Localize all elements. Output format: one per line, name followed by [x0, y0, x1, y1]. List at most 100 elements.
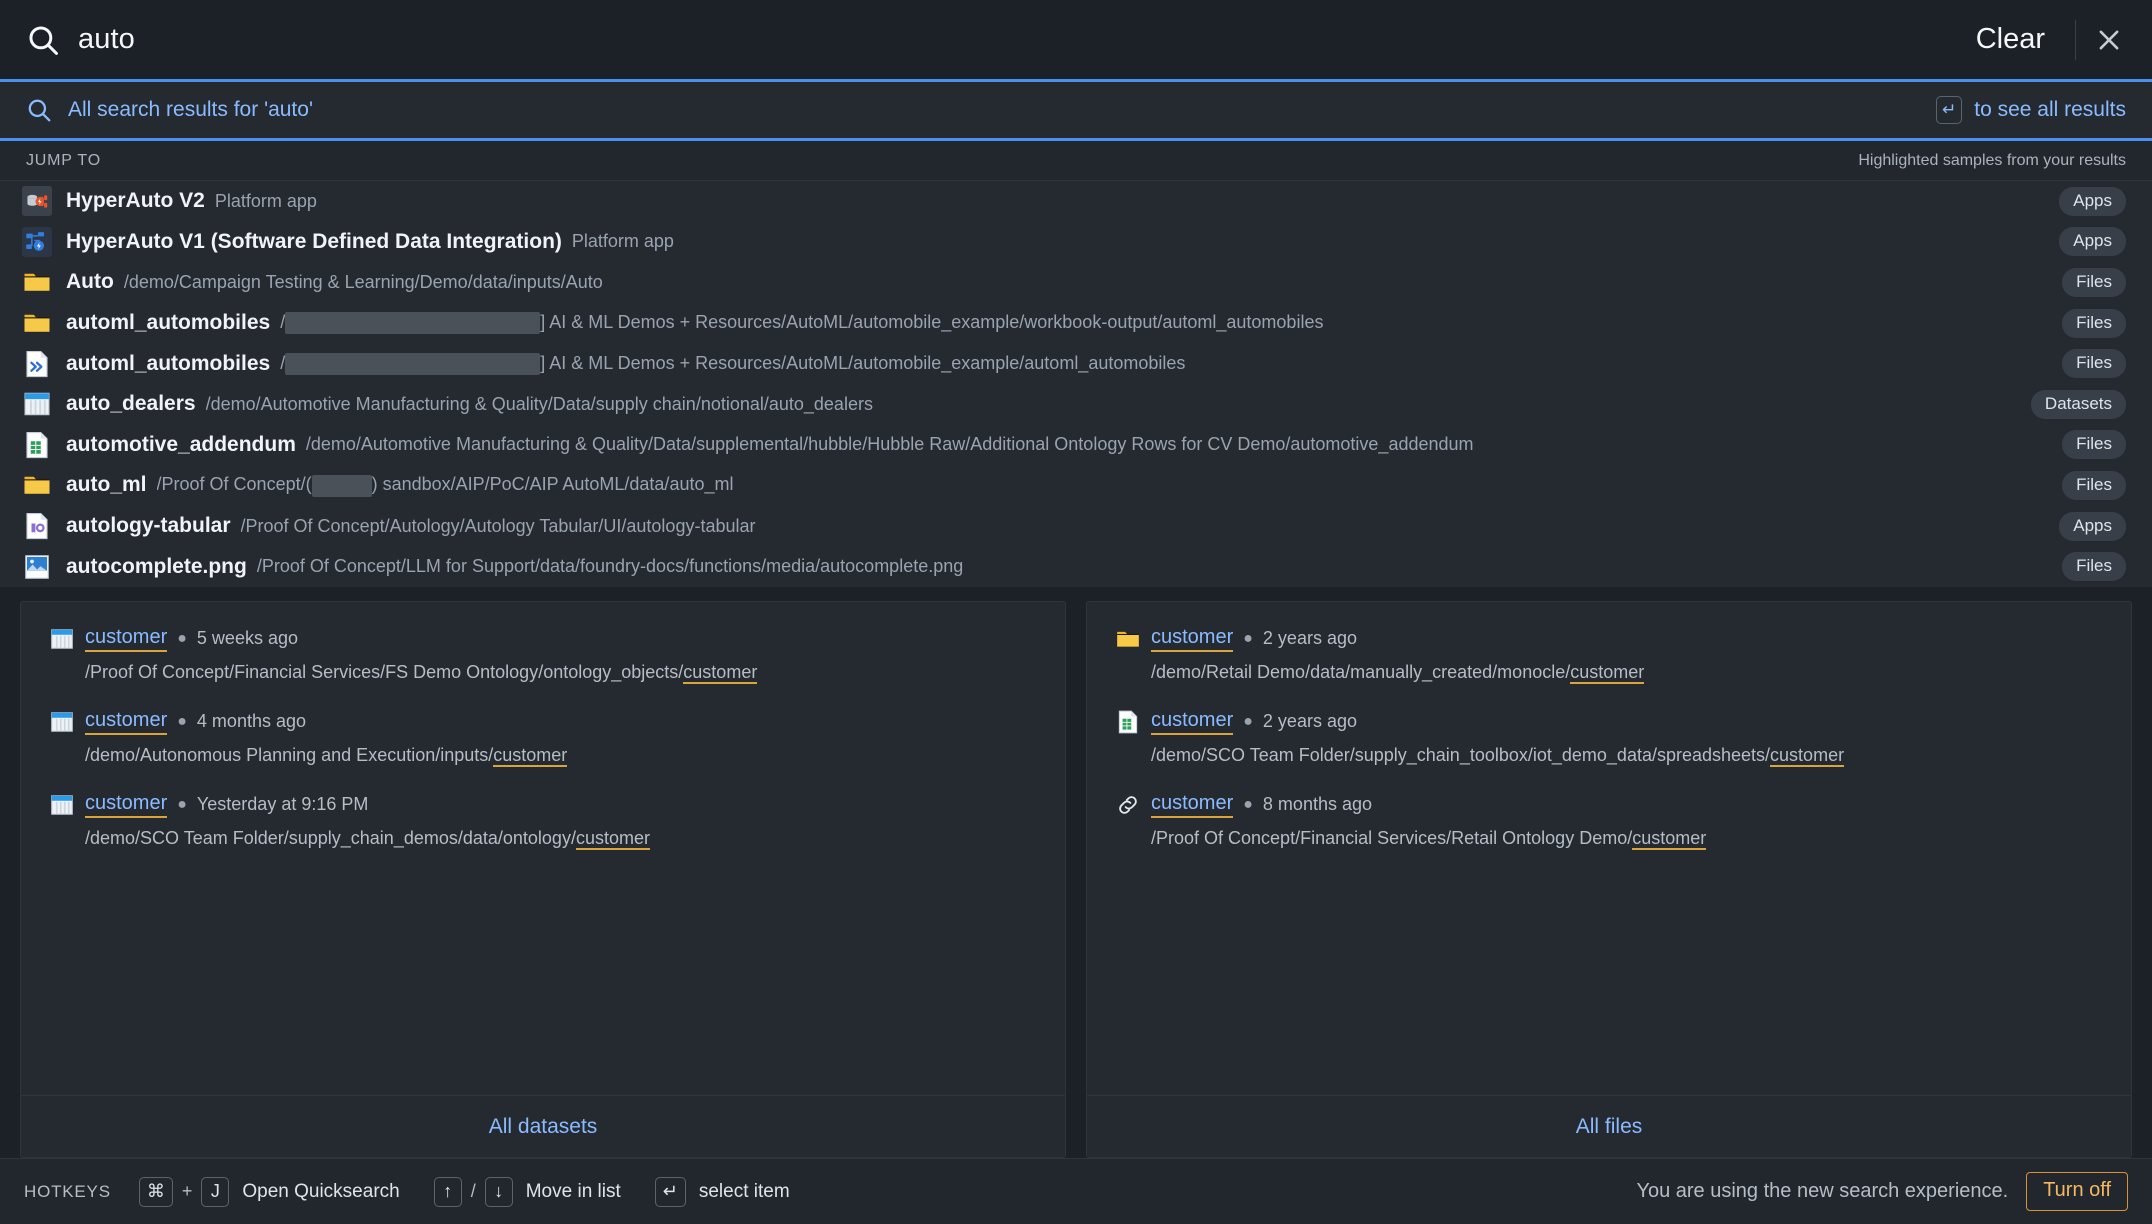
jump-to-row-name: Auto	[66, 270, 114, 294]
highlighted-samples-title: Highlighted samples from your results	[1858, 151, 2126, 169]
jump-to-row[interactable]: automl_automobiles /] AI & ML Demos + Res…	[0, 343, 2152, 384]
sample-path-match: customer	[493, 744, 568, 767]
spreadsheet-icon	[1115, 709, 1141, 735]
column-footer-link[interactable]: All datasets	[21, 1095, 1065, 1157]
hotkey-key: J	[201, 1176, 230, 1207]
jump-to-row-name: HyperAuto V1 (Software Defined Data Inte…	[66, 229, 562, 253]
all-results-hint: ↵ to see all results	[1936, 96, 2126, 124]
jump-to-row-name: HyperAuto V2	[66, 189, 205, 213]
jump-to-row-path: /Proof Of Concept/Autology/Autology Tabu…	[240, 515, 756, 536]
sample-path-prefix: /demo/Autonomous Planning and Execution/…	[85, 744, 494, 765]
jump-to-row[interactable]: auto_dealers/demo/Automotive Manufacturi…	[0, 384, 2152, 425]
redacted-text	[311, 474, 372, 497]
list-item[interactable]: customer ● 4 months ago /demo/Autonomous…	[21, 697, 1065, 780]
sample-timestamp: 4 months ago	[196, 711, 306, 732]
list-item[interactable]: customer ● 5 weeks ago /Proof Of Concept…	[21, 614, 1065, 697]
sample-path-match: customer	[1632, 827, 1707, 850]
sample-path-match: customer	[1570, 661, 1645, 684]
list-item[interactable]: customer ● 2 years ago /demo/SCO Team Fo…	[1087, 697, 2131, 780]
jump-to-row-path: /] AI & ML Demos + Resources/AutoML/auto…	[280, 353, 1617, 375]
jump-to-row[interactable]: automl_automobiles /] AI & ML Demos + Res…	[0, 303, 2152, 344]
jump-to-row[interactable]: automotive_addendum/demo/Automotive Manu…	[0, 425, 2152, 466]
code-file-icon	[22, 349, 52, 379]
hotkey-groups: ⌘ + J Open Quicksearch ↑ / ↓ Move in list ↵ selec…	[138, 1176, 824, 1207]
sample-timestamp: 5 weeks ago	[196, 628, 298, 649]
list-item[interactable]: customer ● 2 years ago /demo/Retail Demo…	[1087, 614, 2131, 697]
sample-path-match: customer	[683, 661, 758, 684]
hotkey-group: ↑ / ↓ Move in list	[433, 1176, 621, 1207]
status-badge: Files	[2062, 470, 2127, 500]
all-results-hint-label: to see all results	[1974, 98, 2126, 121]
module-icon	[22, 511, 52, 541]
folder-icon	[22, 267, 52, 297]
folder-icon	[1115, 626, 1141, 652]
dataset-icon	[49, 626, 75, 652]
jump-to-row[interactable]: HyperAuto V1 (Software Defined Data Inte…	[0, 222, 2152, 263]
search-icon	[26, 23, 60, 57]
quicksearch-overlay: Clear All search results for 'auto' ↵ to…	[0, 0, 2152, 1224]
redacted-text	[285, 352, 541, 375]
jump-to-row-name: autocomplete.png	[66, 554, 247, 578]
spreadsheet-icon	[22, 430, 52, 460]
jump-to-row-path: /demo/Automotive Manufacturing & Quality…	[305, 434, 1474, 455]
toolbar-divider	[2075, 19, 2076, 60]
jump-to-row-path: /demo/Campaign Testing & Learning/Demo/d…	[123, 271, 603, 292]
link-icon	[1115, 792, 1141, 818]
status-badge: Files	[2062, 308, 2126, 338]
image-icon	[22, 552, 52, 582]
list-item[interactable]: customer ● Yesterday at 9:16 PM /demo/SC…	[21, 780, 1065, 863]
hotkey-description: select item	[698, 1180, 790, 1202]
jump-to-row[interactable]: HyperAuto V2 Platform app Apps	[0, 181, 2152, 222]
hotkey-separator: +	[181, 1181, 193, 1201]
jump-to-row-type: Platform app	[214, 190, 317, 211]
hotkey-key: ↵	[654, 1176, 686, 1207]
list-item[interactable]: customer ● 8 months ago /Proof Of Concep…	[1087, 780, 2131, 863]
status-badge: Apps	[2059, 511, 2127, 541]
hotkey-key: ↑	[433, 1176, 462, 1207]
hotkey-key: ⌘	[138, 1176, 173, 1207]
separator-dot: ●	[177, 629, 187, 647]
column-footer-link[interactable]: All files	[1087, 1095, 2131, 1157]
sample-path-match: customer	[575, 827, 650, 850]
jump-to-row[interactable]: Auto/demo/Campaign Testing & Learning/De…	[0, 262, 2152, 303]
turn-off-button[interactable]: Turn off	[2026, 1172, 2128, 1211]
enter-key-icon: ↵	[1936, 96, 1963, 124]
sample-path: /demo/SCO Team Folder/supply_chain_demos…	[85, 827, 1037, 850]
jump-to-row-type: Platform app	[571, 231, 674, 252]
sample-path-prefix: /demo/SCO Team Folder/supply_chain_toolb…	[1151, 744, 1771, 765]
jump-to-list: HyperAuto V2 Platform app Apps HyperAuto V1…	[0, 181, 2152, 587]
sample-title-link[interactable]: customer	[1151, 791, 1234, 819]
sample-title-link[interactable]: customer	[1151, 708, 1234, 736]
search-input[interactable]	[78, 23, 1962, 56]
sample-title-link[interactable]: customer	[85, 625, 168, 653]
folder-icon	[22, 308, 52, 338]
clear-button[interactable]: Clear	[1962, 19, 2059, 60]
jump-to-row[interactable]: auto_ml/Proof Of Concept/() sandbox/AIP/…	[0, 465, 2152, 506]
separator-dot: ●	[177, 712, 187, 730]
sample-timestamp: Yesterday at 9:16 PM	[196, 794, 369, 815]
jump-to-title: JUMP TO	[26, 151, 101, 169]
sample-timestamp: 8 months ago	[1262, 794, 1372, 815]
sample-path: /demo/SCO Team Folder/supply_chain_toolb…	[1151, 744, 2103, 767]
sample-timestamp: 2 years ago	[1262, 711, 1357, 732]
dataset-icon	[49, 792, 75, 818]
sample-title-link[interactable]: customer	[85, 708, 168, 736]
status-badge: Files	[2062, 552, 2126, 582]
redacted-text	[285, 312, 541, 335]
close-icon[interactable]	[2092, 23, 2126, 57]
jump-to-row-path: /demo/Automotive Manufacturing & Quality…	[205, 393, 873, 414]
jump-to-row[interactable]: autocomplete.png/Proof Of Concept/LLM fo…	[0, 546, 2152, 587]
hotkey-key: ↓	[484, 1176, 513, 1207]
sample-title-link[interactable]: customer	[85, 791, 168, 819]
sample-path-prefix: /demo/Retail Demo/data/manually_created/…	[1151, 661, 1571, 682]
all-search-results-row[interactable]: All search results for 'auto' ↵ to see a…	[0, 79, 2152, 141]
sample-path-match: customer	[1770, 744, 1845, 767]
sample-path: /Proof Of Concept/Financial Services/FS …	[85, 661, 1037, 684]
sample-title-link[interactable]: customer	[1151, 625, 1234, 653]
hotkeys-bar: HOTKEYS ⌘ + J Open Quicksearch ↑ / ↓ Move in li…	[0, 1158, 2152, 1224]
jump-to-row[interactable]: autology-tabular/Proof Of Concept/Autolo…	[0, 506, 2152, 547]
search-icon	[26, 97, 52, 123]
jump-to-row-path: /Proof Of Concept/() sandbox/AIP/PoC/AIP…	[157, 474, 1391, 497]
jump-to-row-path: /Proof Of Concept/LLM for Support/data/f…	[256, 556, 964, 577]
status-badge: Apps	[2059, 186, 2126, 216]
